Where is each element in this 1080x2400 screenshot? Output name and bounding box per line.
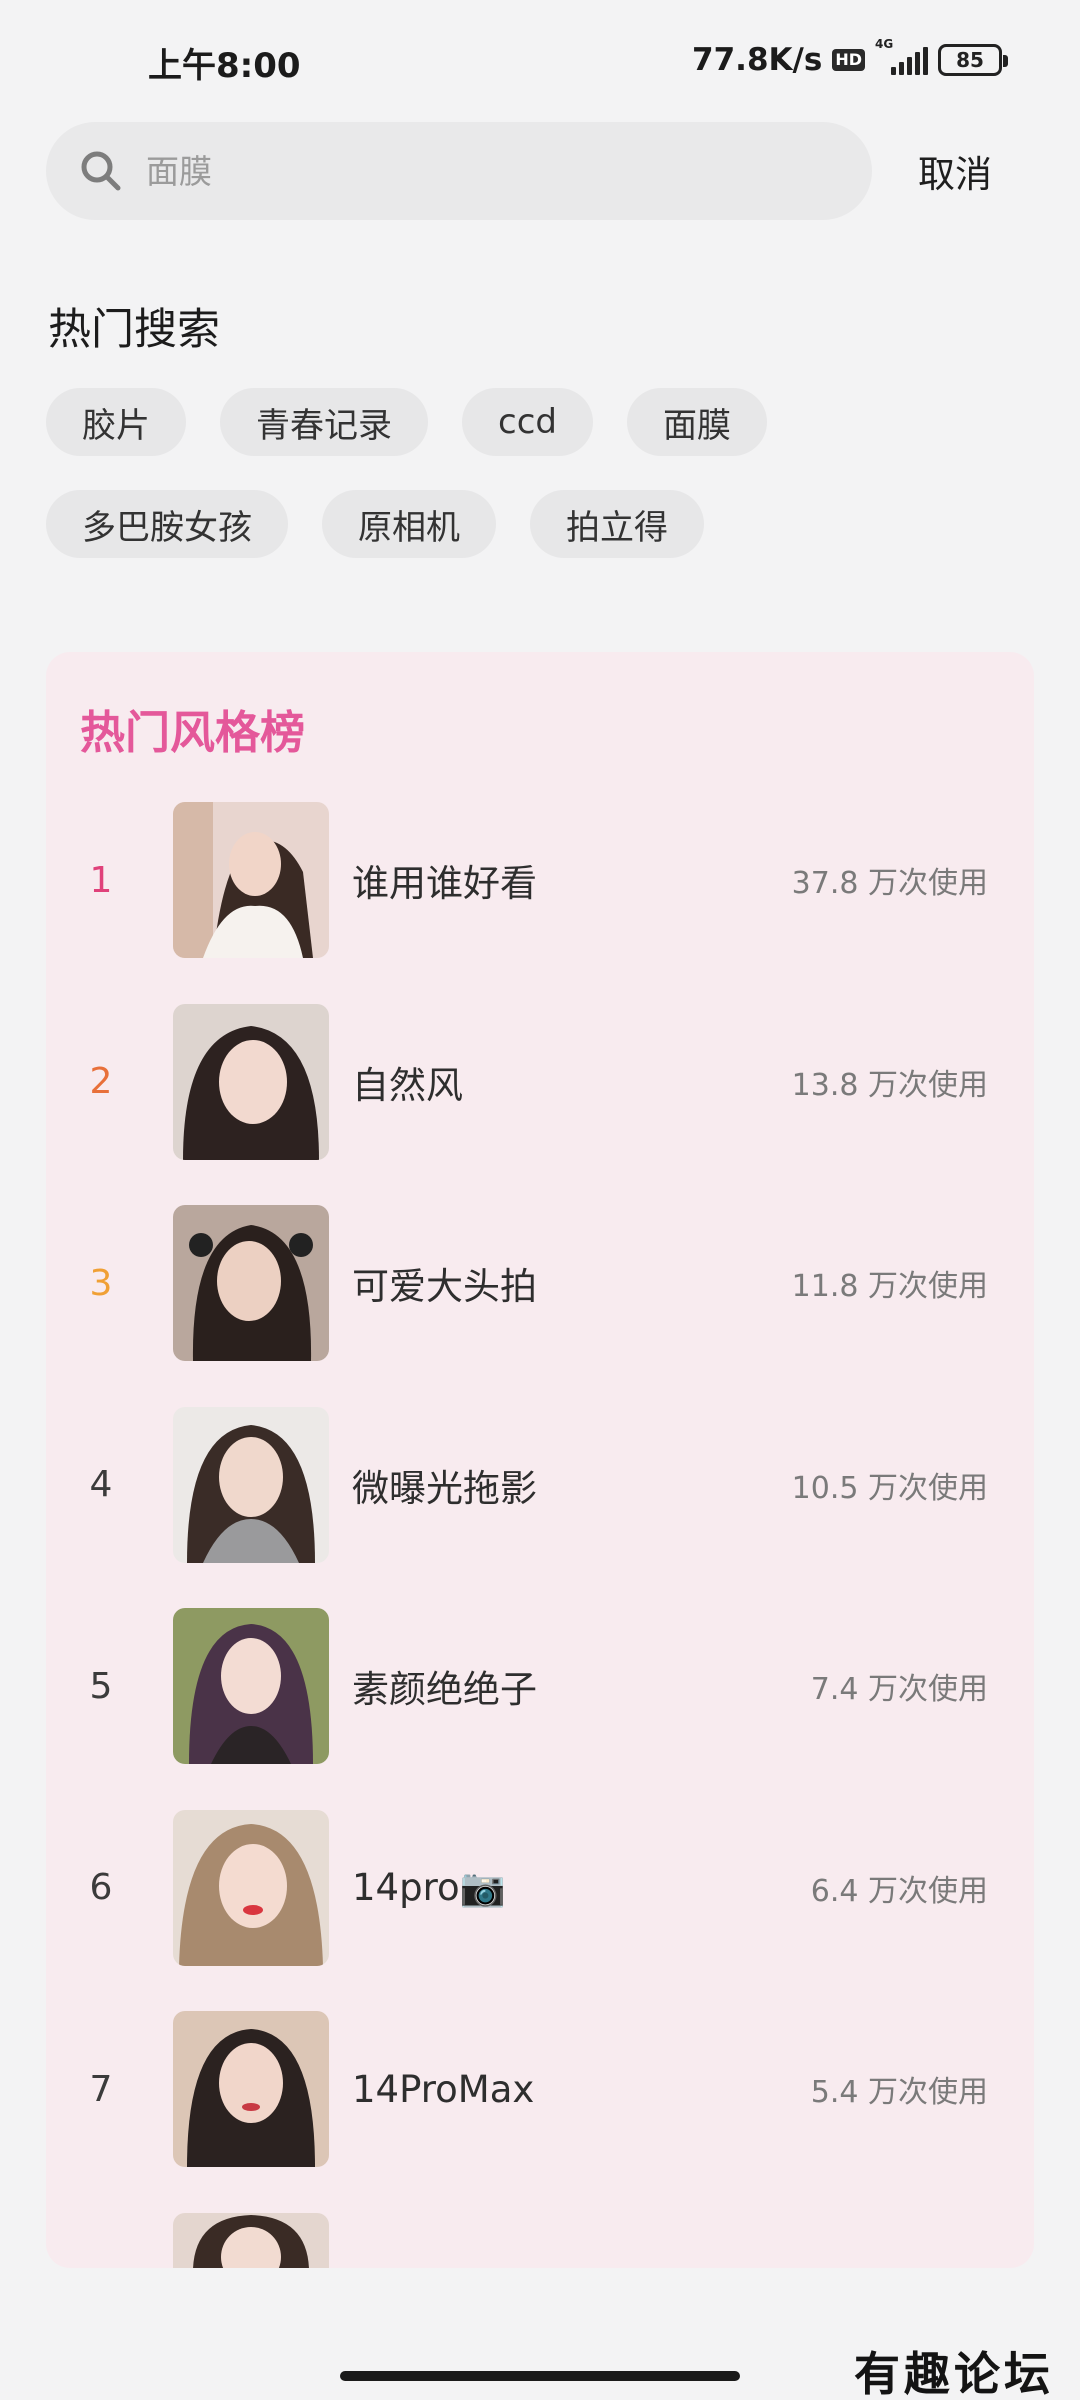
hot-search-chips: 胶片 青春记录 ccd 面膜 多巴胺女孩 原相机 拍立得 bbox=[46, 388, 1036, 558]
style-ranking-panel: 热门风格榜 1 谁用谁好看 37.8 万次使用 2 自然风 13.8 万次使用 … bbox=[46, 652, 1034, 2268]
usage-count: 7.4 万次使用 bbox=[810, 1672, 988, 1707]
rank-number: 6 bbox=[89, 1867, 113, 1908]
hot-search-title: 热门搜索 bbox=[48, 305, 220, 355]
style-thumbnail bbox=[173, 1608, 329, 1764]
style-name: 14pro📷 bbox=[352, 1865, 506, 1909]
network-speed: 77.8K/s bbox=[692, 42, 823, 78]
usage-count: 10.5 万次使用 bbox=[791, 1470, 988, 1506]
rank-number: 4 bbox=[89, 1464, 113, 1505]
hot-search-chip[interactable]: 青春记录 bbox=[220, 388, 428, 456]
style-name: 自然风 bbox=[352, 1063, 463, 1107]
search-bar[interactable] bbox=[46, 122, 872, 220]
ranking-item[interactable]: 2 自然风 13.8 万次使用 bbox=[46, 1003, 1034, 1206]
style-thumbnail bbox=[173, 1406, 329, 1563]
ranking-item[interactable]: 5 素颜绝绝子 7.4 万次使用 bbox=[46, 1608, 1034, 1810]
rank-number: 7 bbox=[89, 2068, 113, 2110]
usage-count: 6.4 万次使用 bbox=[810, 1873, 988, 1909]
search-icon bbox=[78, 148, 124, 194]
style-name: 谁用谁好看 bbox=[352, 862, 537, 905]
search-input[interactable] bbox=[146, 151, 826, 191]
usage-count: 11.8 万次使用 bbox=[791, 1269, 988, 1304]
signal-icon: 4G bbox=[875, 37, 928, 75]
status-indicators: 77.8K/s HD 4G 85 bbox=[692, 37, 1008, 82]
usage-count: 13.8 万次使用 bbox=[791, 1067, 988, 1103]
ranking-item[interactable]: 4 微曝光拖影 10.5 万次使用 bbox=[46, 1406, 1034, 1609]
rank-number: 5 bbox=[89, 1665, 113, 1707]
ranking-title: 热门风格榜 bbox=[80, 706, 306, 759]
style-thumbnail bbox=[173, 802, 329, 958]
cancel-button[interactable]: 取消 bbox=[918, 144, 992, 198]
home-indicator[interactable] bbox=[340, 2371, 740, 2381]
ranking-item[interactable]: 7 14ProMax 5.4 万次使用 bbox=[46, 2011, 1034, 2213]
hot-search-chip[interactable]: 胶片 bbox=[46, 388, 186, 456]
ranking-item[interactable] bbox=[46, 2212, 1034, 2268]
rank-number: 3 bbox=[89, 1262, 113, 1304]
style-name: 14ProMax bbox=[352, 2067, 535, 2111]
ranking-item[interactable]: 3 可爱大头拍 11.8 万次使用 bbox=[46, 1205, 1034, 1407]
style-thumbnail bbox=[173, 1809, 329, 1966]
style-name: 微曝光拖影 bbox=[352, 1466, 537, 1510]
rank-number: 1 bbox=[89, 859, 113, 901]
network-type: 4G bbox=[875, 37, 894, 51]
style-name: 可爱大头拍 bbox=[352, 1265, 537, 1308]
style-thumbnail bbox=[173, 1205, 329, 1361]
hot-search-chip[interactable]: 面膜 bbox=[626, 388, 767, 456]
status-bar: 上午8:00 77.8K/s HD 4G 85 bbox=[0, 0, 1080, 120]
style-name: 素颜绝绝子 bbox=[352, 1668, 537, 1711]
ranking-item[interactable]: 1 谁用谁好看 37.8 万次使用 bbox=[46, 802, 1034, 1004]
usage-count: 5.4 万次使用 bbox=[810, 2075, 988, 2110]
watermark: 有趣论坛 bbox=[854, 2347, 1054, 2400]
ranking-list: 1 谁用谁好看 37.8 万次使用 2 自然风 13.8 万次使用 3 可爱大头… bbox=[46, 802, 1034, 2268]
hot-search-chip[interactable]: 多巴胺女孩 bbox=[46, 490, 288, 558]
hot-search-chip[interactable]: 拍立得 bbox=[530, 490, 704, 558]
rank-number: 2 bbox=[89, 1061, 113, 1102]
ranking-item[interactable]: 6 14pro📷 6.4 万次使用 bbox=[46, 1809, 1034, 2012]
status-time: 上午8:00 bbox=[148, 46, 301, 86]
hot-search-chip[interactable]: ccd bbox=[462, 388, 593, 456]
hot-search-chip[interactable]: 原相机 bbox=[322, 490, 496, 558]
battery-icon: 85 bbox=[938, 44, 1008, 76]
style-thumbnail bbox=[173, 2011, 329, 2167]
style-thumbnail bbox=[173, 2212, 329, 2268]
usage-count: 37.8 万次使用 bbox=[791, 866, 988, 901]
style-thumbnail bbox=[173, 1003, 329, 1160]
battery-level: 85 bbox=[956, 48, 984, 72]
hd-badge: HD bbox=[832, 49, 865, 71]
